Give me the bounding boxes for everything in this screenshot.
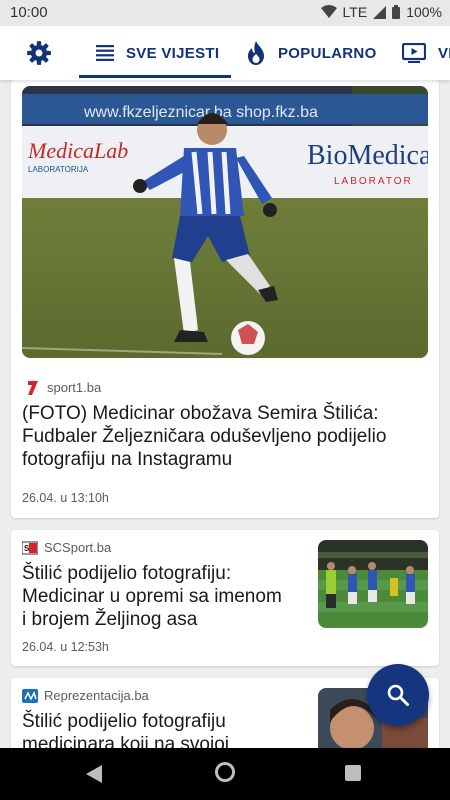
ad-board-left-sub: LABORATORIJA: [28, 165, 89, 174]
sport1-logo: [28, 380, 38, 395]
svg-text:S: S: [24, 544, 30, 553]
article-headline[interactable]: Štilić podijelio fotografiju medicinara …: [22, 710, 312, 748]
stadium-banner-text: www.fkzeljeznicar.ba shop.fkz.ba: [83, 104, 318, 121]
flame-icon: [248, 41, 264, 65]
search-button[interactable]: [367, 664, 429, 726]
video-icon: [402, 43, 426, 63]
list-icon: [96, 45, 114, 61]
headline-line: Štilić podijelio fotografiju:: [22, 563, 232, 584]
system-nav-bar: [0, 748, 450, 800]
tab-label: SVE VIJESTI: [126, 44, 220, 62]
source-name: Reprezentacija.ba: [44, 688, 149, 703]
headline-line: i brojem Željinog asa: [22, 609, 198, 630]
reprezentacija-logo: [22, 688, 38, 703]
article-headline[interactable]: (FOTO) Medicinar obožava Semira Štilića:…: [22, 402, 428, 471]
article-source: S SCSport.ba: [22, 540, 111, 555]
headline-line: (FOTO) Medicinar obožava Semira Štilića:: [22, 403, 379, 424]
status-icons: LTE 100%: [320, 4, 442, 20]
recents-icon[interactable]: [345, 765, 361, 781]
headline-line: fotografiju na Instagramu: [22, 449, 233, 470]
home-icon[interactable]: [215, 762, 235, 782]
status-time: 10:00: [10, 4, 48, 21]
article-source: sport1.ba: [25, 380, 101, 395]
scsport-logo: S: [22, 541, 38, 554]
network-type: LTE: [342, 4, 368, 20]
signal-icon: [373, 5, 387, 19]
article-card[interactable]: S SCSport.ba Štilić podijelio fotografij…: [11, 530, 439, 666]
news-feed[interactable]: www.fkzeljeznicar.ba shop.fkz.ba MedicaL…: [0, 80, 450, 748]
tab-video[interactable]: VI: [402, 26, 450, 80]
tab-label: POPULARNO: [278, 44, 377, 62]
source-name: sport1.ba: [47, 380, 102, 395]
headline-line: Štilić podijelio fotografiju: [22, 711, 226, 732]
tab-popularno[interactable]: POPULARNO: [246, 26, 377, 80]
battery-level: 100%: [406, 4, 442, 20]
selected-tab-indicator: [79, 75, 231, 78]
headline-line: Fudbaler Željezničara oduševljeno podije…: [22, 426, 387, 447]
tab-sve-vijesti[interactable]: SVE VIJESTI: [96, 26, 219, 80]
back-icon[interactable]: [86, 765, 102, 783]
headline-line: Medicinar u opremi sa imenom: [22, 586, 282, 607]
wifi-icon: [320, 5, 337, 18]
headline-line: medicinara koji na svojoj: [22, 734, 229, 748]
article-headline[interactable]: Štilić podijelio fotografiju: Medicinar …: [22, 562, 312, 631]
ad-board-left: MedicaLab: [27, 138, 128, 163]
article-card[interactable]: www.fkzeljeznicar.ba shop.fkz.ba MedicaL…: [11, 80, 439, 518]
ad-board-right: BioMedica: [307, 140, 428, 171]
search-icon: [387, 684, 409, 706]
article-thumbnail[interactable]: [318, 540, 428, 628]
article-date: 26.04. u 12:53h: [22, 640, 109, 654]
article-date: 26.04. u 13:10h: [22, 491, 109, 505]
tab-label: VI: [438, 44, 450, 62]
status-bar: 10:00 LTE 100%: [0, 0, 450, 26]
football-photo: www.fkzeljeznicar.ba shop.fkz.ba MedicaL…: [22, 86, 428, 358]
battery-icon: [392, 5, 401, 19]
article-hero-image[interactable]: www.fkzeljeznicar.ba shop.fkz.ba MedicaL…: [22, 86, 428, 358]
tab-bar: SVE VIJESTI POPULARNO VI: [0, 26, 450, 80]
ad-board-right-sub: LABORATOR: [334, 176, 413, 187]
article-source: Reprezentacija.ba: [22, 688, 149, 703]
match-photo: [318, 540, 428, 628]
source-name: SCSport.ba: [44, 540, 112, 555]
gear-icon[interactable]: [26, 40, 52, 66]
